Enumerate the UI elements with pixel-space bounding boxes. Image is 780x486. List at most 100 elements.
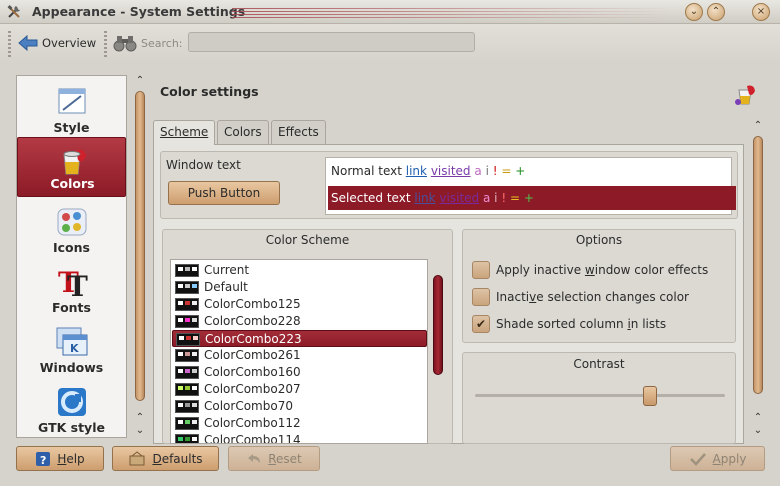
scroll-up-icon[interactable]: ⌃	[133, 75, 147, 87]
checkbox-unchecked[interactable]	[472, 288, 490, 306]
label-accelerator: w	[584, 263, 595, 277]
page-title: Color settings	[160, 84, 259, 99]
label-part: pply	[720, 451, 747, 466]
color-scheme-title: Color Scheme	[265, 233, 350, 247]
gtk-icon	[58, 388, 86, 416]
inactive-text: i	[485, 164, 489, 178]
scheme-swatch	[176, 333, 200, 346]
scheme-swatch	[175, 417, 199, 430]
positive-text: +	[515, 164, 526, 178]
list-item-selected[interactable]: ColorCombo223	[172, 330, 427, 347]
push-button-preview[interactable]: Push Button	[168, 181, 280, 205]
inactive-selection-checkbox[interactable]: Inactive selection changes color	[472, 287, 689, 307]
main-scroll-thumb[interactable]	[753, 136, 763, 394]
contrast-slider-handle[interactable]	[643, 386, 657, 406]
defaults-icon	[129, 450, 145, 465]
sidebar-item-gtk-style[interactable]: GTK style	[17, 380, 126, 437]
main-scrollbar[interactable]: ⌃ ⌃ ⌄	[751, 120, 765, 438]
list-item[interactable]: ColorCombo70	[172, 398, 427, 415]
selected-text: Selected text	[331, 191, 411, 205]
active-text: a	[482, 191, 491, 205]
undo-icon	[248, 453, 261, 463]
list-item[interactable]: Current	[172, 262, 427, 279]
sidebar-scrollbar[interactable]: ⌃ ⌃ ⌄	[133, 75, 147, 438]
color-settings-icon	[735, 85, 755, 105]
inactive-window-effects-checkbox[interactable]: Apply inactive window color effects	[472, 260, 708, 280]
style-icon	[58, 88, 86, 114]
checkbox-unchecked[interactable]	[472, 261, 490, 279]
label-part: elp	[66, 451, 85, 466]
sidebar-item-colors[interactable]: Colors	[17, 137, 126, 197]
scroll-down-icon[interactable]: ⌄	[751, 425, 765, 437]
help-button[interactable]: ? Help	[16, 446, 104, 471]
link-text: link	[405, 164, 427, 178]
scroll-down-icon[interactable]: ⌄	[133, 425, 147, 437]
scheme-swatch	[175, 281, 199, 294]
check-icon[interactable]: ✔	[472, 315, 490, 333]
reset-button[interactable]: Reset	[228, 446, 320, 471]
option-label: Inactive selection changes color	[496, 290, 689, 304]
maximize-button[interactable]: ⌃	[707, 3, 725, 21]
window-text-label: Window text	[166, 158, 241, 172]
toolbar-grip[interactable]	[8, 31, 11, 57]
neutral-text: =	[501, 164, 512, 178]
scheme-name: ColorCombo261	[204, 348, 301, 362]
list-item[interactable]: ColorCombo228	[172, 313, 427, 330]
scheme-swatch	[175, 298, 199, 311]
scheme-scroll-thumb[interactable]	[433, 275, 443, 375]
color-scheme-list[interactable]: Current Default ColorCombo125 ColorCombo…	[170, 259, 428, 444]
list-item[interactable]: ColorCombo112	[172, 415, 427, 432]
tab-colors[interactable]: Colors	[217, 120, 269, 144]
help-label: Help	[57, 452, 84, 466]
overview-button[interactable]: Overview	[18, 31, 96, 55]
sidebar-scroll-thumb[interactable]	[135, 91, 145, 401]
tab-scheme[interactable]: Scheme	[153, 120, 216, 145]
list-item[interactable]: ColorCombo207	[172, 381, 427, 398]
title-decoration	[232, 6, 672, 18]
defaults-button[interactable]: Defaults	[112, 446, 219, 471]
icons-icon	[57, 208, 87, 236]
selected-text-preview: Selected text link visited a i ! = +	[328, 186, 736, 210]
contrast-slider-track[interactable]	[475, 394, 725, 397]
scroll-up-icon[interactable]: ⌃	[751, 120, 765, 132]
tools-icon	[7, 5, 20, 18]
list-item[interactable]: Default	[172, 279, 427, 296]
tab-effects[interactable]: Effects	[271, 120, 326, 144]
scheme-swatch	[175, 383, 199, 396]
scroll-up-icon[interactable]: ⌃	[133, 412, 147, 424]
options-title: Options	[575, 233, 623, 247]
tab-label: Colors	[224, 125, 262, 139]
toolbar-separator	[104, 31, 107, 57]
list-item[interactable]: ColorCombo114	[172, 432, 427, 443]
scheme-name: ColorCombo223	[205, 332, 302, 346]
scheme-swatch	[175, 264, 199, 277]
list-item[interactable]: ColorCombo160	[172, 364, 427, 381]
title-bar[interactable]: Appearance - System Settings ⌄ ⌃ ×	[0, 0, 780, 24]
shade-sorted-column-checkbox[interactable]: ✔ Shade sorted column in lists	[472, 314, 666, 334]
sidebar-item-fonts[interactable]: T T Fonts	[17, 260, 126, 320]
list-item[interactable]: ColorCombo261	[172, 347, 427, 364]
close-button[interactable]: ×	[752, 3, 770, 21]
scheme-swatch	[175, 400, 199, 413]
label-part: efaults	[161, 451, 203, 466]
fonts-icon: T T	[58, 266, 88, 298]
back-arrow-icon	[18, 34, 38, 52]
scheme-list-scrollbar[interactable]	[431, 259, 445, 444]
apply-button[interactable]: Apply	[670, 446, 765, 471]
sidebar-item-icons[interactable]: Icons	[17, 200, 126, 260]
sidebar-item-windows[interactable]: K Windows	[17, 320, 126, 380]
check-icon	[689, 452, 706, 466]
contrast-title: Contrast	[573, 357, 625, 371]
link-text: link	[414, 191, 436, 205]
neutral-text: =	[509, 191, 521, 205]
scroll-up-icon[interactable]: ⌃	[751, 412, 765, 424]
label-part: Shade sorted column	[496, 317, 628, 331]
minimize-button[interactable]: ⌄	[685, 3, 703, 21]
search-input[interactable]	[188, 32, 475, 52]
sidebar-item-style[interactable]: Style	[17, 80, 126, 140]
list-item[interactable]: ColorCombo125	[172, 296, 427, 313]
sidebar-item-label: Fonts	[52, 300, 91, 315]
scheme-name: ColorCombo112	[204, 416, 301, 430]
sidebar-item-label: GTK style	[38, 420, 105, 435]
reset-label: Reset	[268, 452, 302, 466]
